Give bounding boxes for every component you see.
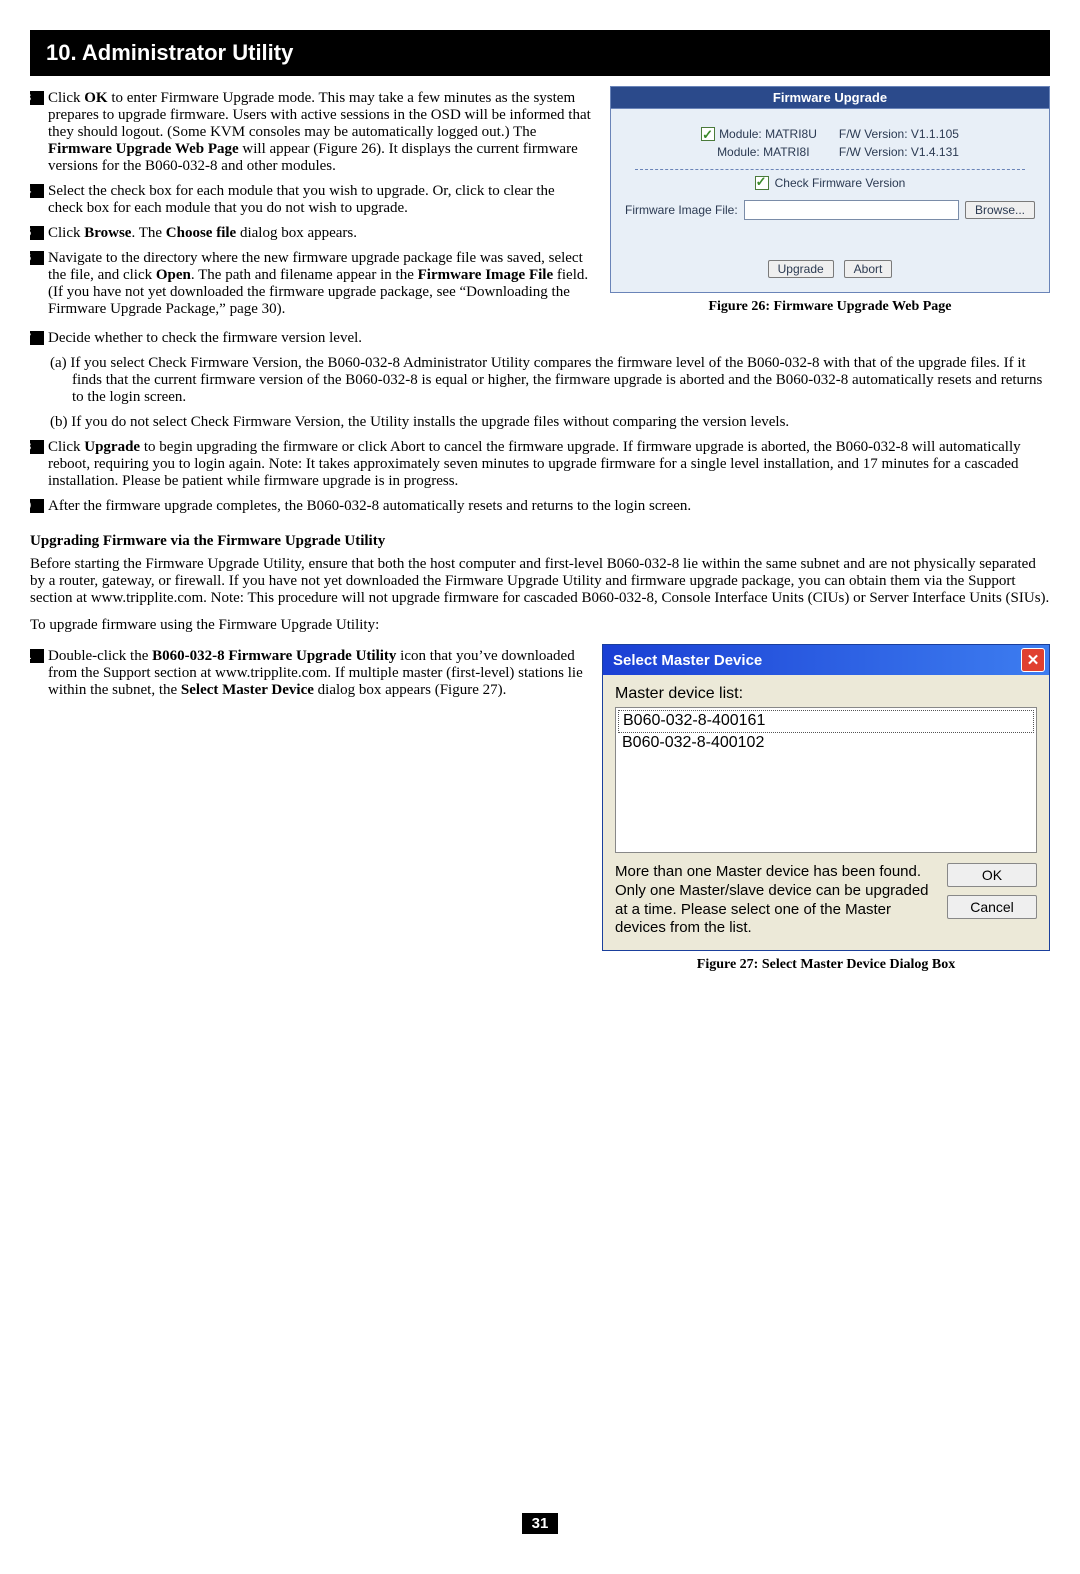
step-7b: (b) If you do not select Check Firmware … xyxy=(30,414,1050,431)
smd-message: More than one Master device has been fou… xyxy=(615,863,935,938)
step-5: 5Click Browse. The Choose file dialog bo… xyxy=(30,225,592,242)
smd-titlebar: Select Master Device ✕ xyxy=(603,645,1049,675)
subsection-heading: Upgrading Firmware via the Firmware Upgr… xyxy=(30,533,1050,550)
lower-step-1: 1Double-click the B060-032-8 Firmware Up… xyxy=(30,648,584,699)
check-firmware-version-label: Check Firmware Version xyxy=(775,176,906,190)
upgrade-button[interactable]: Upgrade xyxy=(768,260,834,278)
step-num-4: 4 xyxy=(30,184,44,198)
list-item[interactable]: B060-032-8-400161 xyxy=(618,710,1034,733)
subsection-paragraph: Before starting the Firmware Upgrade Uti… xyxy=(30,556,1050,607)
module2-version: F/W Version: V1.4.131 xyxy=(839,143,959,161)
figure-27-caption: Figure 27: Select Master Device Dialog B… xyxy=(602,957,1050,973)
step-7: 7Decide whether to check the firmware ve… xyxy=(30,330,1050,347)
smd-title: Select Master Device xyxy=(613,652,762,669)
list-item[interactable]: B060-032-8-400102 xyxy=(618,733,1034,754)
step-num-3: 3 xyxy=(30,91,44,105)
step-8: 8Click Upgrade to begin upgrading the fi… xyxy=(30,439,1050,490)
module2-label: Module: MATRI8I xyxy=(717,143,809,161)
page-number-box: 31 xyxy=(30,1513,1050,1534)
module1-version: F/W Version: V1.1.105 xyxy=(839,125,959,143)
close-icon[interactable]: ✕ xyxy=(1021,648,1045,672)
step-num-9: 9 xyxy=(30,499,44,513)
ok-button[interactable]: OK xyxy=(947,863,1037,887)
step-3: 3Click OK to enter Firmware Upgrade mode… xyxy=(30,90,592,175)
step-6: 6Navigate to the directory where the new… xyxy=(30,250,592,318)
check-firmware-version-checkbox[interactable] xyxy=(755,176,769,190)
lower-step-num-1: 1 xyxy=(30,649,44,663)
firmware-image-file-label: Firmware Image File: xyxy=(625,203,738,217)
browse-button[interactable]: Browse... xyxy=(965,201,1035,219)
section-header: 10. Administrator Utility xyxy=(30,30,1050,76)
step-num-5: 5 xyxy=(30,226,44,240)
module1-label: Module: MATRI8U xyxy=(719,125,817,143)
select-master-device-dialog: Select Master Device ✕ Master device lis… xyxy=(602,644,1050,951)
section-title: 10. Administrator Utility xyxy=(40,40,1040,66)
fw-divider xyxy=(635,169,1025,170)
step-num-6: 6 xyxy=(30,251,44,265)
master-device-list-label: Master device list: xyxy=(615,685,1037,703)
step-num-8: 8 xyxy=(30,440,44,454)
step-num-7: 7 xyxy=(30,331,44,345)
fw-panel-title: Firmware Upgrade xyxy=(611,87,1049,109)
module1-checkbox[interactable] xyxy=(701,127,715,141)
subsection-lead: To upgrade firmware using the Firmware U… xyxy=(30,617,1050,634)
figure-26-caption: Figure 26: Firmware Upgrade Web Page xyxy=(610,299,1050,315)
firmware-image-file-input[interactable] xyxy=(744,200,959,220)
abort-button[interactable]: Abort xyxy=(844,260,893,278)
step-7a: (a) If you select Check Firmware Version… xyxy=(30,355,1050,406)
cancel-button[interactable]: Cancel xyxy=(947,895,1037,919)
page-number: 31 xyxy=(522,1513,559,1534)
step-9: 9After the firmware upgrade completes, t… xyxy=(30,498,1050,515)
step-4: 4Select the check box for each module th… xyxy=(30,183,592,217)
firmware-upgrade-panel: Firmware Upgrade Module: MATRI8U Module:… xyxy=(610,86,1050,293)
master-device-list[interactable]: B060-032-8-400161 B060-032-8-400102 xyxy=(615,707,1037,853)
